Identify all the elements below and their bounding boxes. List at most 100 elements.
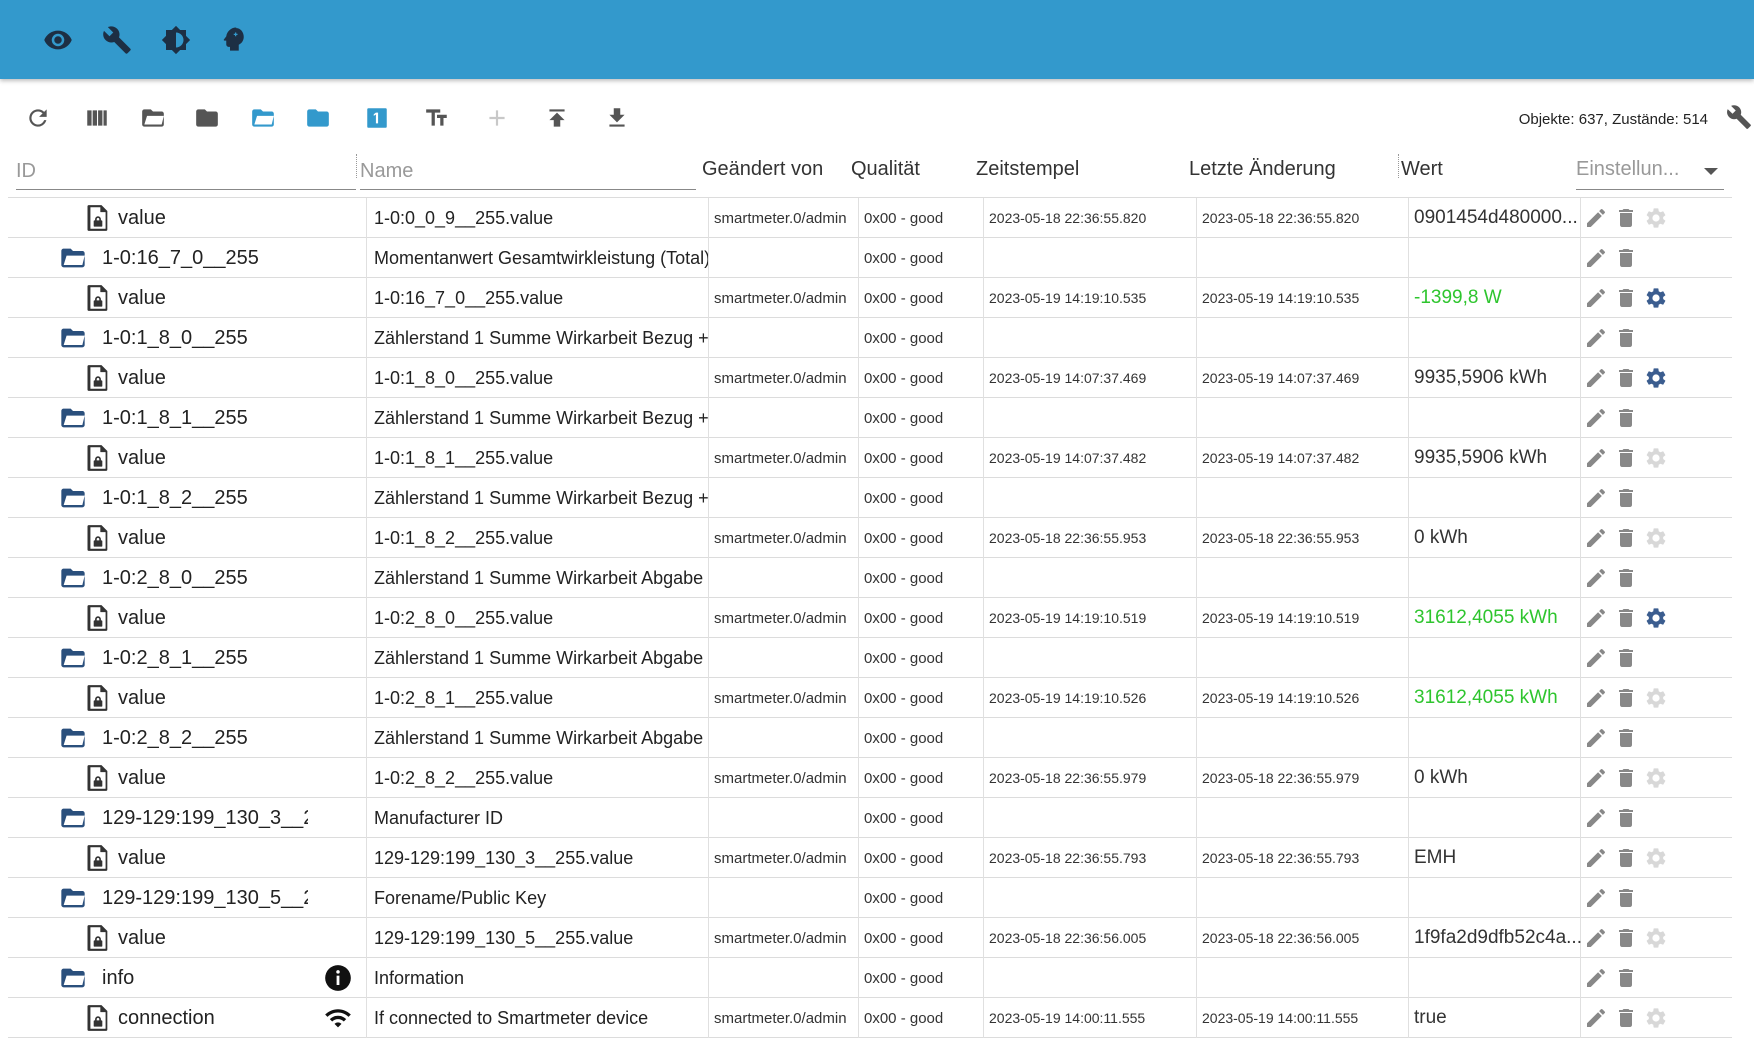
edit-pencil-icon[interactable] — [1584, 766, 1608, 790]
row-value[interactable] — [1408, 478, 1588, 518]
row-value[interactable] — [1408, 718, 1588, 758]
edit-pencil-icon[interactable] — [1584, 726, 1608, 750]
column-header-changed-by[interactable]: Geändert von — [702, 158, 823, 181]
delete-trash-icon[interactable] — [1614, 846, 1638, 870]
custom-settings-gear-icon[interactable] — [1644, 1006, 1668, 1030]
delete-trash-icon[interactable] — [1614, 446, 1638, 470]
delete-trash-icon[interactable] — [1614, 326, 1638, 350]
edit-pencil-icon[interactable] — [1584, 646, 1608, 670]
tree-folder-row[interactable]: 1-0:1_8_2__255 Zählerstand 1 Summe Wirkar… — [8, 478, 1732, 518]
delete-trash-icon[interactable] — [1614, 566, 1638, 590]
upload-icon[interactable] — [541, 102, 573, 134]
row-value[interactable]: 0901454d480000... — [1408, 198, 1588, 238]
row-value[interactable]: 9935,5906 kWh — [1408, 358, 1588, 398]
head-icon[interactable] — [217, 22, 253, 58]
edit-pencil-icon[interactable] — [1584, 406, 1608, 430]
columns-icon[interactable] — [81, 102, 113, 134]
folder-open-icon[interactable] — [56, 964, 90, 992]
brightness-icon[interactable] — [158, 22, 194, 58]
tree-state-row[interactable]: value 1-0:2_8_1__255.value smartmeter.0/ad… — [8, 678, 1732, 718]
edit-pencil-icon[interactable] — [1584, 846, 1608, 870]
custom-settings-gear-icon[interactable] — [1644, 446, 1668, 470]
folder-open-icon[interactable] — [56, 884, 90, 912]
row-value[interactable]: 0 kWh — [1408, 518, 1588, 558]
row-value[interactable] — [1408, 558, 1588, 598]
folder-closed-icon[interactable] — [191, 102, 223, 134]
custom-settings-gear-icon[interactable] — [1644, 686, 1668, 710]
tree-folder-row[interactable]: 1-0:16_7_0__255 Momentanwert Gesamtwirkle… — [8, 238, 1732, 278]
row-value[interactable]: 1f9fa2d9dfb52c4a... — [1408, 918, 1588, 958]
column-header-last-change[interactable]: Letzte Änderung — [1189, 158, 1336, 181]
settings-select[interactable]: Einstellun... — [1576, 154, 1724, 190]
row-value[interactable] — [1408, 878, 1588, 918]
delete-trash-icon[interactable] — [1614, 926, 1638, 950]
folder-open-icon[interactable] — [56, 564, 90, 592]
column-header-timestamp[interactable]: Zeitstempel — [976, 158, 1079, 181]
edit-pencil-icon[interactable] — [1584, 606, 1608, 630]
row-value[interactable]: 0 kWh — [1408, 758, 1588, 798]
wrench-icon[interactable] — [99, 22, 135, 58]
tree-state-row[interactable]: value 1-0:1_8_0__255.value smartmeter.0/ad… — [8, 358, 1732, 398]
tree-folder-row[interactable]: info Information 0x00 - good — [8, 958, 1732, 998]
folder-open-icon[interactable] — [56, 404, 90, 432]
edit-pencil-icon[interactable] — [1584, 246, 1608, 270]
row-value[interactable] — [1408, 318, 1588, 358]
custom-settings-gear-icon[interactable] — [1644, 766, 1668, 790]
tree-state-row[interactable]: value 1-0:1_8_2__255.value smartmeter.0/ad… — [8, 518, 1732, 558]
delete-trash-icon[interactable] — [1614, 806, 1638, 830]
folder-open-icon[interactable] — [56, 804, 90, 832]
delete-trash-icon[interactable] — [1614, 966, 1638, 990]
edit-pencil-icon[interactable] — [1584, 806, 1608, 830]
row-value[interactable] — [1408, 798, 1588, 838]
tree-state-row[interactable]: value 1-0:2_8_0__255.value smartmeter.0/ad… — [8, 598, 1732, 638]
row-value[interactable] — [1408, 238, 1588, 278]
tree-folder-row[interactable]: 129-129:199_130_5__255 Forename/Public Ke… — [8, 878, 1732, 918]
add-icon[interactable] — [481, 102, 513, 134]
custom-settings-gear-icon[interactable] — [1644, 366, 1668, 390]
tree-folder-row[interactable]: 1-0:1_8_1__255 Zählerstand 1 Summe Wirkar… — [8, 398, 1732, 438]
folder-open-icon[interactable] — [137, 102, 169, 134]
tree-folder-row[interactable]: 1-0:2_8_2__255 Zählerstand 1 Summe Wirkar… — [8, 718, 1732, 758]
download-icon[interactable] — [601, 102, 633, 134]
column-header-quality[interactable]: Qualität — [851, 158, 920, 181]
tree-state-row[interactable]: value 129-129:199_130_5__255.value smartme… — [8, 918, 1732, 958]
delete-trash-icon[interactable] — [1614, 366, 1638, 390]
edit-pencil-icon[interactable] — [1584, 486, 1608, 510]
delete-trash-icon[interactable] — [1614, 646, 1638, 670]
edit-pencil-icon[interactable] — [1584, 886, 1608, 910]
folder-open-icon[interactable] — [56, 724, 90, 752]
edit-pencil-icon[interactable] — [1584, 206, 1608, 230]
custom-settings-gear-icon[interactable] — [1644, 206, 1668, 230]
custom-settings-gear-icon[interactable] — [1644, 286, 1668, 310]
id-filter-input[interactable] — [16, 154, 356, 190]
tree-folder-row[interactable]: 129-129:199_130_3__255 Manufacturer ID 0x0… — [8, 798, 1732, 838]
edit-pencil-icon[interactable] — [1584, 326, 1608, 350]
delete-trash-icon[interactable] — [1614, 1006, 1638, 1030]
edit-pencil-icon[interactable] — [1584, 366, 1608, 390]
custom-settings-gear-icon[interactable] — [1644, 926, 1668, 950]
edit-pencil-icon[interactable] — [1584, 926, 1608, 950]
custom-settings-gear-icon[interactable] — [1644, 846, 1668, 870]
column-resizer[interactable] — [1398, 154, 1399, 178]
row-value[interactable] — [1408, 638, 1588, 678]
delete-trash-icon[interactable] — [1614, 406, 1638, 430]
edit-pencil-icon[interactable] — [1584, 286, 1608, 310]
tree-state-row[interactable]: connection If connected to Smartmeter dev… — [8, 998, 1732, 1038]
folder-open-icon[interactable] — [56, 644, 90, 672]
row-value[interactable]: 31612,4055 kWh — [1408, 678, 1588, 718]
delete-trash-icon[interactable] — [1614, 206, 1638, 230]
tree-state-row[interactable]: value 1-0:0_0_9__255.value smartmeter.0/ad… — [8, 198, 1732, 238]
tree-state-row[interactable]: value 1-0:1_8_1__255.value smartmeter.0/ad… — [8, 438, 1732, 478]
delete-trash-icon[interactable] — [1614, 726, 1638, 750]
delete-trash-icon[interactable] — [1614, 766, 1638, 790]
tree-folder-row[interactable]: 1-0:2_8_0__255 Zählerstand 1 Summe Wirkar… — [8, 558, 1732, 598]
folder-open-blue-icon[interactable] — [247, 102, 279, 134]
folder-open-icon[interactable] — [56, 244, 90, 272]
refresh-icon[interactable] — [22, 102, 54, 134]
tree-state-row[interactable]: value 129-129:199_130_3__255.value smartme… — [8, 838, 1732, 878]
row-value[interactable] — [1408, 958, 1588, 998]
eye-icon[interactable] — [40, 22, 76, 58]
delete-trash-icon[interactable] — [1614, 526, 1638, 550]
edit-pencil-icon[interactable] — [1584, 966, 1608, 990]
row-value[interactable]: true — [1408, 998, 1588, 1038]
